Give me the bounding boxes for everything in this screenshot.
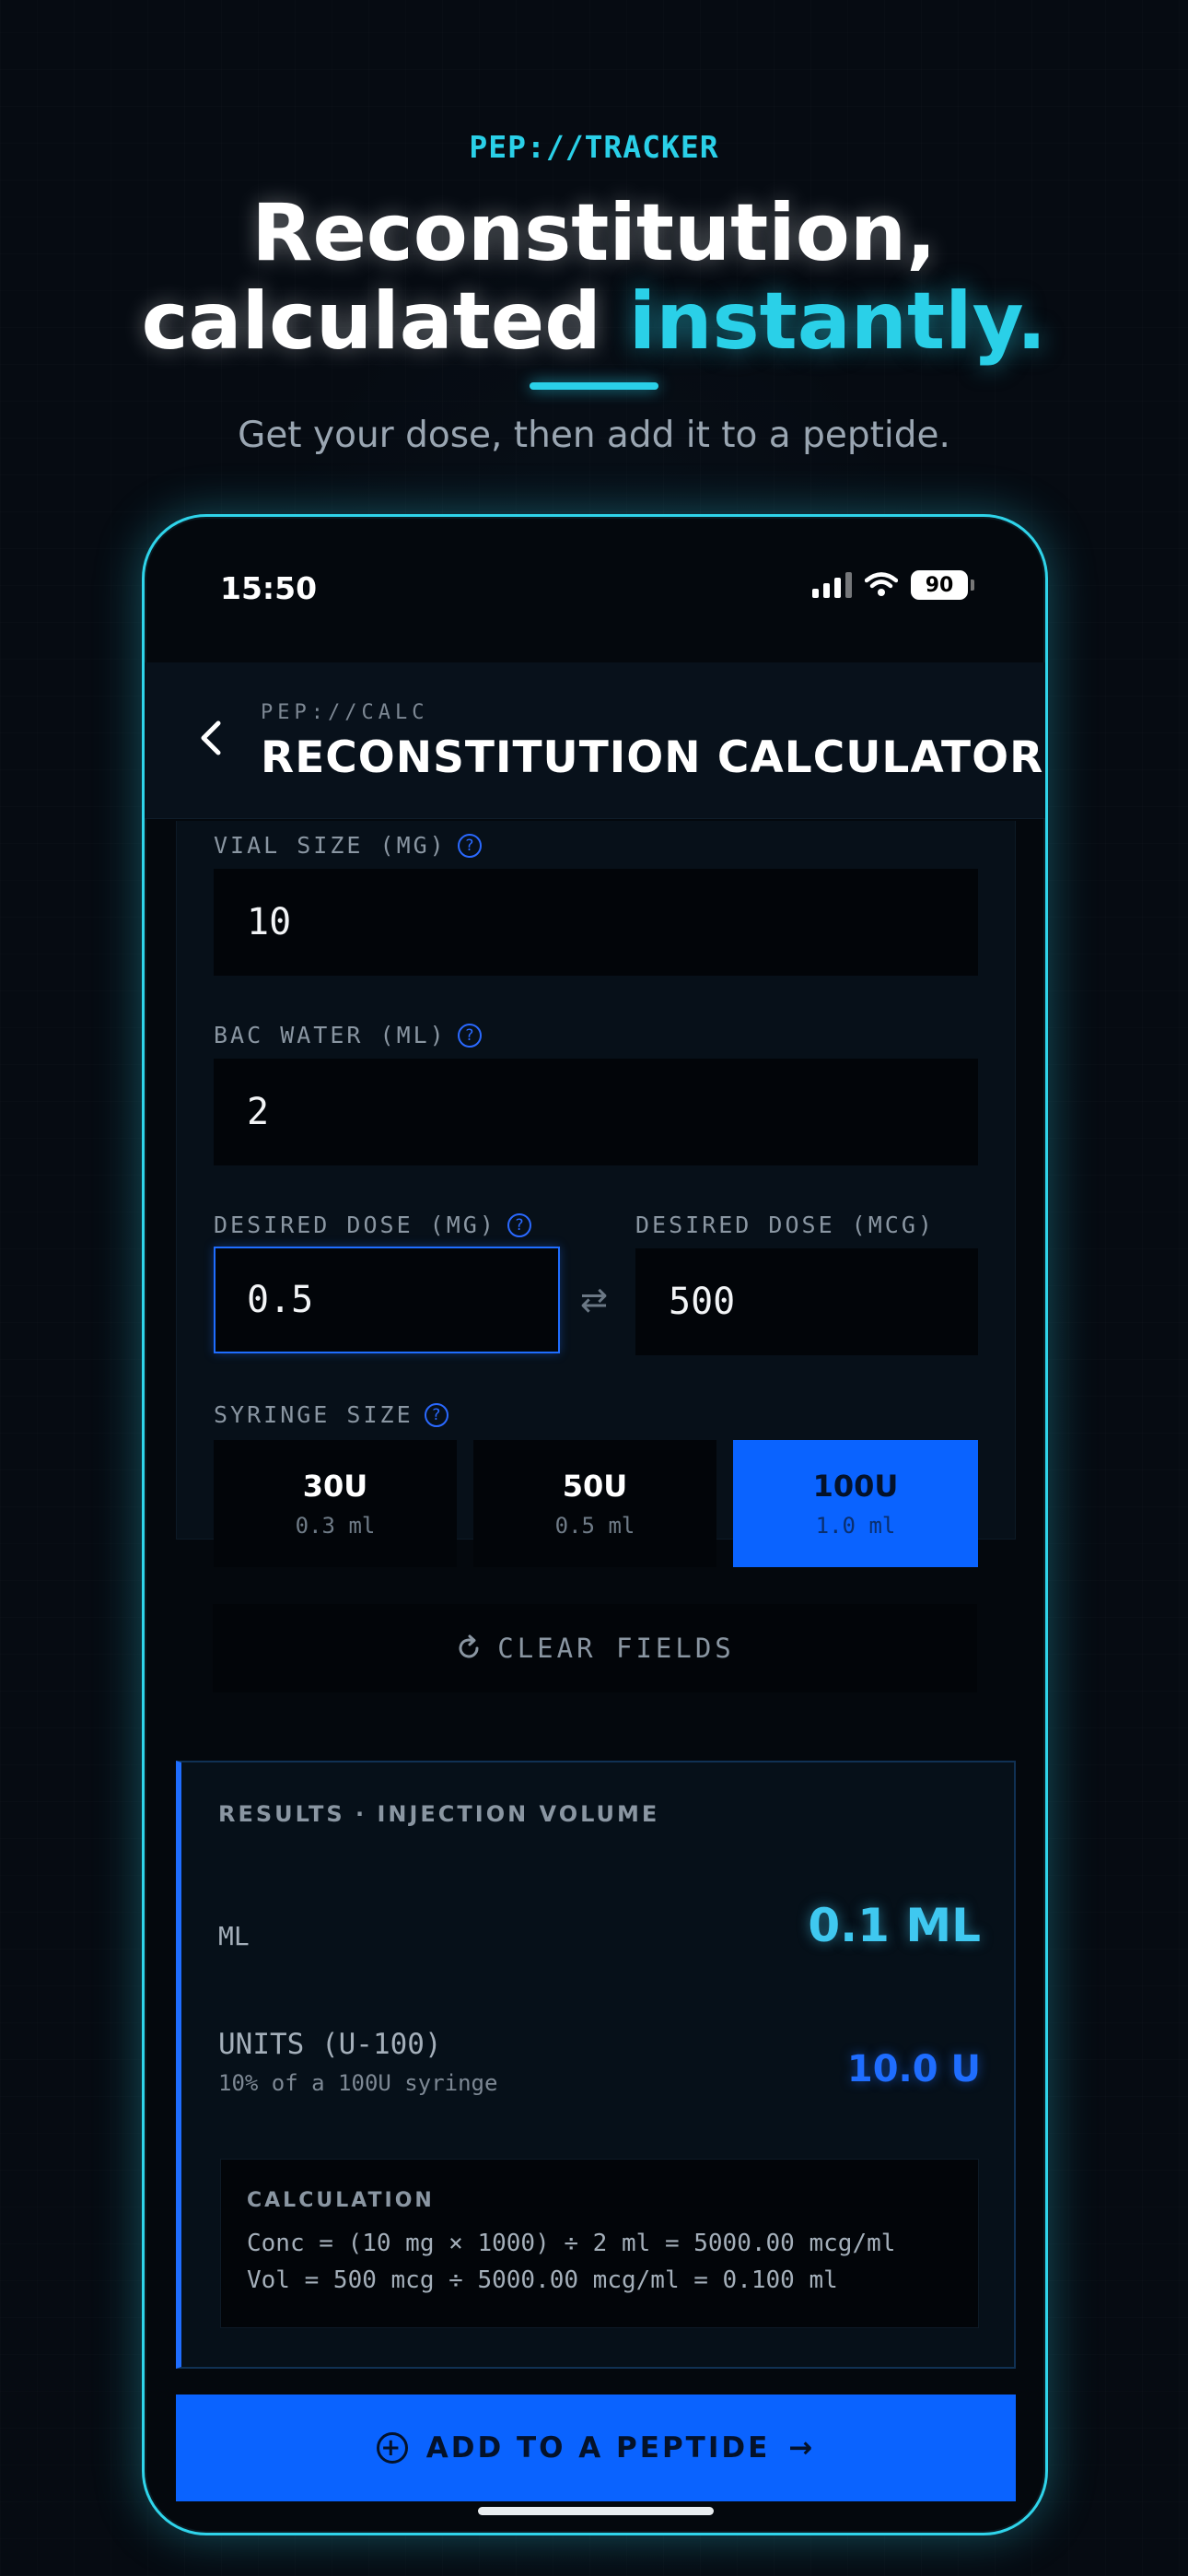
bac-water-input[interactable]: 2: [214, 1059, 978, 1165]
hero-title-line1: Reconstitution,: [251, 187, 937, 279]
help-icon[interactable]: ?: [507, 1212, 531, 1237]
dose-mg-input[interactable]: 0.5: [214, 1247, 560, 1353]
syringe-option-50u[interactable]: 50U 0.5 ml: [473, 1440, 716, 1567]
ml-value: 0.1 ML: [808, 1899, 981, 1952]
swap-icon[interactable]: ⇄: [580, 1282, 608, 1319]
results-kicker: RESULTS · INJECTION VOLUME: [218, 1801, 660, 1827]
hero-kicker: PEP://TRACKER: [469, 129, 719, 165]
hero-title-plain: calculated: [141, 275, 629, 368]
results-panel: RESULTS · INJECTION VOLUME ML 0.1 ML UNI…: [176, 1761, 1016, 2369]
clear-fields-button[interactable]: CLEAR FIELDS: [213, 1604, 977, 1692]
calculation-line-concentration: Conc = (10 mg × 1000) ÷ 2 ml = 5000.00 m…: [247, 2230, 896, 2257]
calculation-box: CALCULATION Conc = (10 mg × 1000) ÷ 2 ml…: [220, 2159, 979, 2328]
plus-circle-icon: +: [376, 2432, 408, 2464]
wifi-icon: [865, 572, 898, 596]
dose-mg-label: DESIRED DOSE (MG) ?: [214, 1212, 531, 1238]
syringe-size-label: SYRINGE SIZE ?: [214, 1401, 448, 1428]
bac-water-label-text: BAC WATER (ML): [214, 1022, 447, 1048]
dose-mcg-label-text: DESIRED DOSE (MCG): [635, 1212, 935, 1238]
help-icon[interactable]: ?: [457, 833, 482, 858]
syringe-size: 50U: [562, 1469, 628, 1504]
add-to-peptide-button[interactable]: + ADD TO A PEPTIDE →: [176, 2395, 1016, 2501]
vial-size-input[interactable]: 10: [214, 869, 978, 976]
dose-mcg-label: DESIRED DOSE (MCG): [635, 1212, 935, 1238]
status-icons: 90: [812, 570, 974, 600]
syringe-volume: 0.5 ml: [554, 1513, 635, 1539]
hero-title: Reconstitution, calculated instantly.: [0, 189, 1188, 366]
bac-water-label: BAC WATER (ML) ?: [214, 1022, 482, 1048]
hero-title-line2: calculated instantly.: [0, 277, 1188, 366]
signal-icon: [812, 572, 852, 598]
arrow-right-icon: →: [788, 2431, 816, 2465]
calculation-title: CALCULATION: [247, 2189, 435, 2212]
hero-underline: [530, 382, 658, 390]
help-icon[interactable]: ?: [424, 1402, 448, 1427]
add-to-peptide-label: ADD TO A PEPTIDE: [425, 2431, 771, 2465]
syringe-size-label-text: SYRINGE SIZE: [214, 1401, 413, 1428]
units-label: UNITS (U-100): [218, 2028, 442, 2061]
syringe-size: 100U: [812, 1469, 899, 1504]
clear-fields-label: CLEAR FIELDS: [497, 1633, 735, 1664]
calculation-line-volume: Vol = 500 mcg ÷ 5000.00 mcg/ml = 0.100 m…: [247, 2266, 838, 2294]
dose-mg-label-text: DESIRED DOSE (MG): [214, 1212, 496, 1238]
ml-label: ML: [218, 1921, 250, 1951]
syringe-option-30u[interactable]: 30U 0.3 ml: [214, 1440, 457, 1567]
nav-kicker: PEP://CALC: [261, 701, 429, 724]
syringe-option-100u[interactable]: 100U 1.0 ml: [733, 1440, 978, 1567]
hero-title-accent: instantly.: [628, 275, 1047, 368]
nav-header: PEP://CALC RECONSTITUTION CALCULATOR: [145, 662, 1045, 819]
refresh-icon: [459, 1634, 479, 1658]
calculator-form: VIAL SIZE (MG) ? 10 BAC WATER (ML) ? 2 D…: [176, 821, 1016, 1567]
units-value: 10.0 U: [846, 2048, 981, 2090]
vial-size-label-text: VIAL SIZE (MG): [214, 832, 447, 859]
phone-frame: 15:50 90 PEP://CALC RECONSTITUTION CALCU…: [142, 514, 1048, 2535]
units-subtext: 10% of a 100U syringe: [218, 2070, 498, 2096]
hero-subtitle: Get your dose, then add it to a peptide.: [238, 415, 950, 456]
home-indicator: [478, 2507, 714, 2515]
back-chevron-icon[interactable]: [196, 718, 224, 764]
status-time: 15:50: [220, 570, 318, 606]
help-icon[interactable]: ?: [457, 1023, 482, 1048]
syringe-size: 30U: [302, 1469, 368, 1504]
vial-size-label: VIAL SIZE (MG) ?: [214, 832, 482, 859]
battery-icon: 90: [911, 570, 974, 600]
page-title: RECONSTITUTION CALCULATOR: [261, 732, 1044, 783]
syringe-volume: 1.0 ml: [815, 1513, 896, 1539]
dose-mcg-input[interactable]: 500: [635, 1248, 978, 1355]
syringe-volume: 0.3 ml: [295, 1513, 376, 1539]
